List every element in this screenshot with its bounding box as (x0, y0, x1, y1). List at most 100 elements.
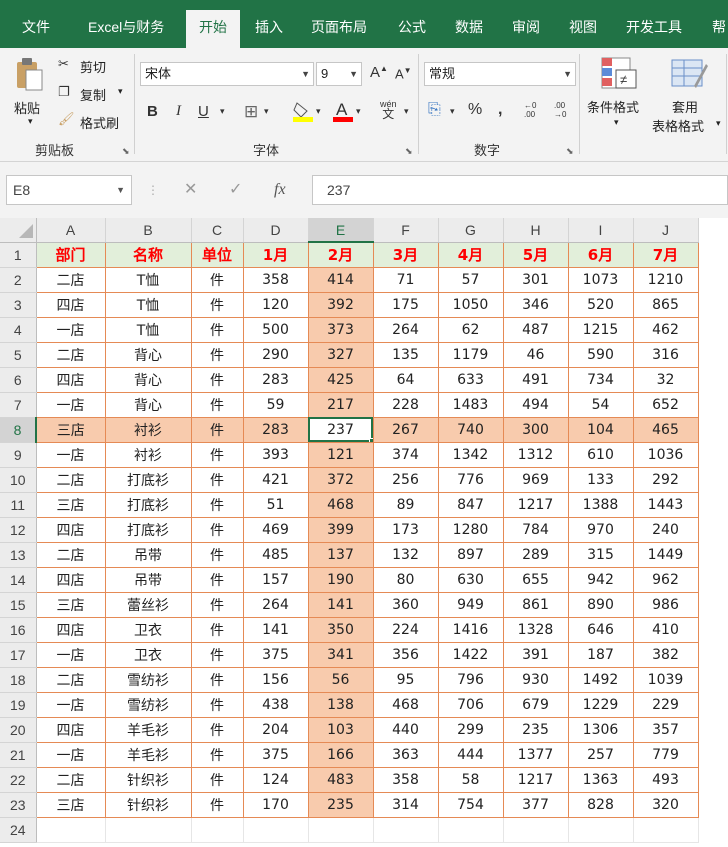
data-cell[interactable]: 件 (190, 791, 244, 818)
data-cell[interactable]: 件 (190, 391, 244, 418)
data-cell[interactable]: 1328 (502, 616, 569, 643)
data-cell[interactable]: T恤 (104, 316, 192, 343)
paste-dropdown-icon[interactable]: ▾ (28, 116, 33, 127)
data-cell[interactable]: 件 (190, 766, 244, 793)
data-cell[interactable]: 865 (632, 291, 699, 318)
font-color-icon[interactable]: A (332, 99, 354, 126)
data-cell[interactable]: 828 (567, 791, 634, 818)
data-cell[interactable]: 375 (242, 741, 309, 768)
data-cell[interactable]: 421 (242, 466, 309, 493)
data-cell[interactable]: 89 (372, 491, 439, 518)
data-cell[interactable]: 173 (372, 516, 439, 543)
data-cell[interactable]: 三店 (35, 416, 106, 443)
column-title-cell[interactable]: 5月 (502, 241, 569, 268)
data-cell[interactable]: 件 (190, 516, 244, 543)
data-cell[interactable]: 485 (242, 541, 309, 568)
data-cell[interactable]: 衬衫 (104, 441, 192, 468)
column-title-cell[interactable]: 6月 (567, 241, 634, 268)
data-cell[interactable]: 95 (372, 666, 439, 693)
data-cell[interactable]: 327 (307, 341, 374, 368)
data-cell[interactable]: 背心 (104, 366, 192, 393)
data-cell[interactable]: 1217 (502, 766, 569, 793)
phonetic-guide-button[interactable]: wén 文 (380, 99, 397, 120)
data-cell[interactable]: 137 (307, 541, 374, 568)
data-cell[interactable]: 件 (190, 591, 244, 618)
data-cell[interactable]: 264 (242, 591, 309, 618)
accounting-format-icon[interactable]: ⎘ (428, 101, 441, 119)
data-cell[interactable]: 494 (502, 391, 569, 418)
tab-insert[interactable]: 插入 (255, 0, 283, 48)
data-cell[interactable]: 打底衫 (104, 466, 192, 493)
border-icon[interactable]: ⊞ (244, 102, 258, 122)
data-cell[interactable]: 120 (242, 291, 309, 318)
data-cell[interactable]: 229 (632, 691, 699, 718)
data-cell[interactable]: 1179 (437, 341, 504, 368)
data-cell[interactable]: 740 (437, 416, 504, 443)
data-cell[interactable]: 240 (632, 516, 699, 543)
clipboard-launcher-icon[interactable]: ⬊ (122, 146, 130, 157)
data-cell[interactable]: 138 (307, 691, 374, 718)
data-cell[interactable]: 141 (307, 591, 374, 618)
data-cell[interactable]: 件 (190, 566, 244, 593)
data-cell[interactable]: 二店 (35, 266, 106, 293)
data-cell[interactable]: 391 (502, 641, 569, 668)
data-cell[interactable]: 652 (632, 391, 699, 418)
tab-data[interactable]: 数据 (455, 0, 483, 48)
data-cell[interactable]: 羊毛衫 (104, 741, 192, 768)
data-cell[interactable]: 雪纺衫 (104, 691, 192, 718)
formula-input[interactable]: 237 (312, 175, 728, 205)
data-cell[interactable]: 299 (437, 716, 504, 743)
data-cell[interactable]: 465 (632, 416, 699, 443)
data-cell[interactable]: 三店 (35, 591, 106, 618)
data-cell[interactable]: 320 (632, 791, 699, 818)
data-cell[interactable]: 292 (632, 466, 699, 493)
data-cell[interactable]: 132 (372, 541, 439, 568)
data-cell[interactable]: 羊毛衫 (104, 716, 192, 743)
data-cell[interactable]: 468 (372, 691, 439, 718)
data-cell[interactable]: 487 (502, 316, 569, 343)
data-cell[interactable]: 346 (502, 291, 569, 318)
column-header-a[interactable]: A (36, 218, 106, 243)
fill-color-dropdown-icon[interactable]: ▾ (316, 106, 321, 117)
data-cell[interactable]: 986 (632, 591, 699, 618)
format-as-table-button-line2[interactable]: 表格格式 (652, 116, 704, 135)
data-cell[interactable]: 493 (632, 766, 699, 793)
column-title-cell[interactable]: 名称 (104, 241, 192, 268)
fill-color-icon[interactable] (292, 100, 314, 125)
data-cell[interactable]: 1422 (437, 641, 504, 668)
empty-cell[interactable] (36, 817, 106, 843)
data-cell[interactable]: 蕾丝衫 (104, 591, 192, 618)
tab-help[interactable]: 帮 (712, 0, 726, 48)
data-cell[interactable]: 1312 (502, 441, 569, 468)
column-title-cell[interactable]: 单位 (190, 241, 244, 268)
data-cell[interactable]: 二店 (35, 766, 106, 793)
data-cell[interactable]: 件 (190, 266, 244, 293)
column-header-b[interactable]: B (105, 218, 192, 243)
data-cell[interactable]: 301 (502, 266, 569, 293)
font-name-select[interactable]: 宋体 ▼ (140, 62, 314, 86)
row-header-16[interactable]: 16 (0, 617, 37, 643)
underline-dropdown-icon[interactable]: ▾ (220, 106, 225, 117)
row-header-12[interactable]: 12 (0, 517, 37, 543)
row-header-13[interactable]: 13 (0, 542, 37, 568)
row-header-3[interactable]: 3 (0, 292, 37, 318)
row-header-22[interactable]: 22 (0, 767, 37, 793)
data-cell[interactable]: 56 (307, 666, 374, 693)
data-cell[interactable]: 件 (190, 466, 244, 493)
data-cell[interactable]: 970 (567, 516, 634, 543)
column-header-e[interactable]: E (308, 218, 374, 243)
data-cell[interactable]: 卫衣 (104, 616, 192, 643)
data-cell[interactable]: 打底衫 (104, 516, 192, 543)
fill-handle[interactable] (368, 437, 372, 441)
data-cell[interactable]: 件 (190, 616, 244, 643)
data-cell[interactable]: 754 (437, 791, 504, 818)
empty-cell[interactable] (243, 817, 309, 843)
data-cell[interactable]: 四店 (35, 366, 106, 393)
row-header-2[interactable]: 2 (0, 267, 37, 293)
data-cell[interactable]: 374 (372, 441, 439, 468)
data-cell[interactable]: 卫衣 (104, 641, 192, 668)
data-cell[interactable]: 71 (372, 266, 439, 293)
row-header-10[interactable]: 10 (0, 467, 37, 493)
data-cell[interactable]: 三店 (35, 791, 106, 818)
data-cell[interactable]: 1210 (632, 266, 699, 293)
